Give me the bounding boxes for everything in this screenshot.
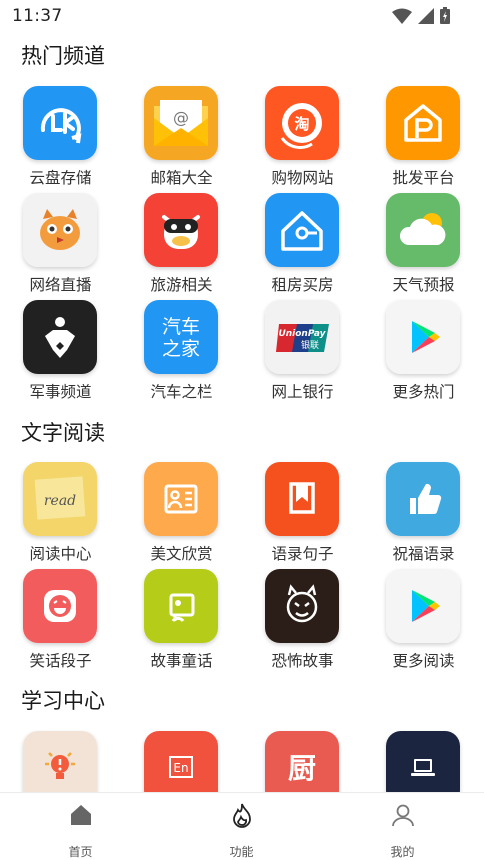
play-store-icon bbox=[386, 300, 460, 374]
laugh-icon bbox=[23, 569, 97, 643]
grid-item-more-hot[interactable]: 更多热门 bbox=[363, 300, 484, 406]
military-icon bbox=[23, 300, 97, 374]
grid-item-mail[interactable]: @ 邮箱大全 bbox=[121, 86, 242, 192]
grid-item-label: 邮箱大全 bbox=[150, 169, 213, 187]
grid-item-label: 批发平台 bbox=[392, 169, 455, 187]
battery-icon bbox=[440, 7, 450, 24]
grid-item-bank[interactable]: UnionPay 银联 网上银行 bbox=[242, 300, 363, 406]
kitchen-icon-text: 厨 bbox=[288, 752, 316, 785]
nav-features[interactable]: 功能 bbox=[161, 801, 322, 860]
grid-item-military[interactable]: 军事频道 bbox=[0, 300, 121, 406]
grid-item-label: 更多阅读 bbox=[392, 652, 455, 670]
nav-home-label: 首页 bbox=[68, 845, 93, 859]
grid-item-wholesale[interactable]: 批发平台 bbox=[363, 86, 484, 192]
grid-item-idea[interactable] bbox=[0, 731, 121, 792]
grid-item-house[interactable]: 租房买房 bbox=[242, 193, 363, 299]
grid-item-shopping[interactable]: 淘 购物网站 bbox=[242, 86, 363, 192]
cloud-storage-icon bbox=[23, 86, 97, 160]
grid-item-label: 祝福语录 bbox=[392, 545, 455, 563]
grid-item-label: 军事频道 bbox=[29, 383, 92, 401]
play-store-icon bbox=[386, 569, 460, 643]
grid-item-label: 汽车之栏 bbox=[150, 383, 213, 401]
grid-item-label: 天气预报 bbox=[392, 276, 455, 294]
read-note-icon-text: read bbox=[44, 493, 76, 509]
grid-item-label: 笑话段子 bbox=[29, 652, 92, 670]
grid-item-stories[interactable]: 故事童话 bbox=[121, 569, 242, 675]
svg-text:@: @ bbox=[173, 108, 189, 127]
car-home-icon-text-1: 汽车 bbox=[162, 316, 200, 338]
unionpay-icon: UnionPay 银联 bbox=[265, 300, 339, 374]
kitchen-icon: 厨 bbox=[265, 731, 339, 792]
grid-item-horror[interactable]: 恐怖故事 bbox=[242, 569, 363, 675]
thumbs-up-icon bbox=[386, 462, 460, 536]
grid-item-weather[interactable]: 天气预报 bbox=[363, 193, 484, 299]
taobao-icon: 淘 bbox=[265, 86, 339, 160]
grid-item-label: 购物网站 bbox=[271, 169, 334, 187]
status-time: 11:37 bbox=[12, 6, 63, 26]
grid-item-kitchen[interactable]: 厨 bbox=[242, 731, 363, 792]
grid-item-label: 恐怖故事 bbox=[271, 652, 334, 670]
nav-profile[interactable]: 我的 bbox=[322, 801, 483, 860]
weather-icon bbox=[386, 193, 460, 267]
nav-home[interactable]: 首页 bbox=[0, 801, 161, 860]
grid-item-label: 网上银行 bbox=[271, 383, 334, 401]
live-stream-icon bbox=[23, 193, 97, 267]
grid-item-live-stream[interactable]: 网络直播 bbox=[0, 193, 121, 299]
travel-icon bbox=[144, 193, 218, 267]
home-icon bbox=[70, 805, 91, 825]
story-icon bbox=[144, 569, 218, 643]
grid-item-car[interactable]: 汽车 之家 汽车之栏 bbox=[121, 300, 242, 406]
grid-item-label: 网络直播 bbox=[29, 276, 92, 294]
signal-icon bbox=[418, 7, 434, 24]
unionpay-icon-text-1: UnionPay bbox=[278, 329, 326, 339]
grid-item-label: 美文欣赏 bbox=[150, 545, 213, 563]
read-note-icon: read bbox=[23, 462, 97, 536]
grid-item-label: 阅读中心 bbox=[29, 545, 92, 563]
house-icon bbox=[265, 193, 339, 267]
grid-item-label: 故事童话 bbox=[150, 652, 213, 670]
article-card-icon bbox=[144, 462, 218, 536]
grid-item-label: 云盘存储 bbox=[29, 169, 92, 187]
wholesale-icon bbox=[386, 86, 460, 160]
section-title-reading: 文字阅读 bbox=[21, 421, 105, 445]
grid-item-articles[interactable]: 美文欣赏 bbox=[121, 462, 242, 568]
grid-item-laptop[interactable] bbox=[363, 731, 484, 792]
grid-item-blessings[interactable]: 祝福语录 bbox=[363, 462, 484, 568]
grid-item-travel[interactable]: 旅游相关 bbox=[121, 193, 242, 299]
section-title-study: 学习中心 bbox=[21, 689, 105, 713]
feature-list[interactable]: 热门频道 云盘存储 @ 邮箱大全 淘 购物网站 批发平台 网络直播 旅游相关 租… bbox=[0, 32, 484, 792]
grid-item-label: 旅游相关 bbox=[150, 276, 213, 294]
section-title-hot: 热门频道 bbox=[21, 44, 105, 68]
grid-item-english[interactable]: En bbox=[121, 731, 242, 792]
idea-bulb-icon bbox=[23, 731, 97, 792]
car-home-icon: 汽车 之家 bbox=[144, 300, 218, 374]
grid-item-cloud-storage[interactable]: 云盘存储 bbox=[0, 86, 121, 192]
person-icon bbox=[391, 804, 414, 827]
mail-icon: @ bbox=[144, 86, 218, 160]
status-bar: 11:37 bbox=[0, 0, 484, 32]
english-icon: En bbox=[144, 731, 218, 792]
bookmark-icon bbox=[265, 462, 339, 536]
grid-item-jokes[interactable]: 笑话段子 bbox=[0, 569, 121, 675]
grid-item-quotes[interactable]: 语录句子 bbox=[242, 462, 363, 568]
car-home-icon-text-2: 之家 bbox=[162, 338, 200, 360]
wifi-icon bbox=[392, 8, 412, 24]
nav-profile-label: 我的 bbox=[390, 845, 415, 859]
english-icon-text: En bbox=[173, 761, 188, 775]
grid-item-label: 语录句子 bbox=[271, 545, 334, 563]
devil-icon bbox=[265, 569, 339, 643]
grid-item-label: 租房买房 bbox=[271, 276, 334, 294]
laptop-icon bbox=[386, 731, 460, 792]
nav-features-label: 功能 bbox=[229, 845, 254, 859]
status-icons bbox=[392, 7, 450, 24]
grid-item-more-reading[interactable]: 更多阅读 bbox=[363, 569, 484, 675]
grid-item-reading-center[interactable]: read 阅读中心 bbox=[0, 462, 121, 568]
svg-text:淘: 淘 bbox=[293, 115, 309, 133]
grid-item-label: 更多热门 bbox=[392, 383, 455, 401]
unionpay-icon-text-2: 银联 bbox=[301, 339, 319, 351]
bottom-nav: 首页 功能 我的 bbox=[0, 792, 484, 860]
flame-icon bbox=[232, 803, 251, 828]
